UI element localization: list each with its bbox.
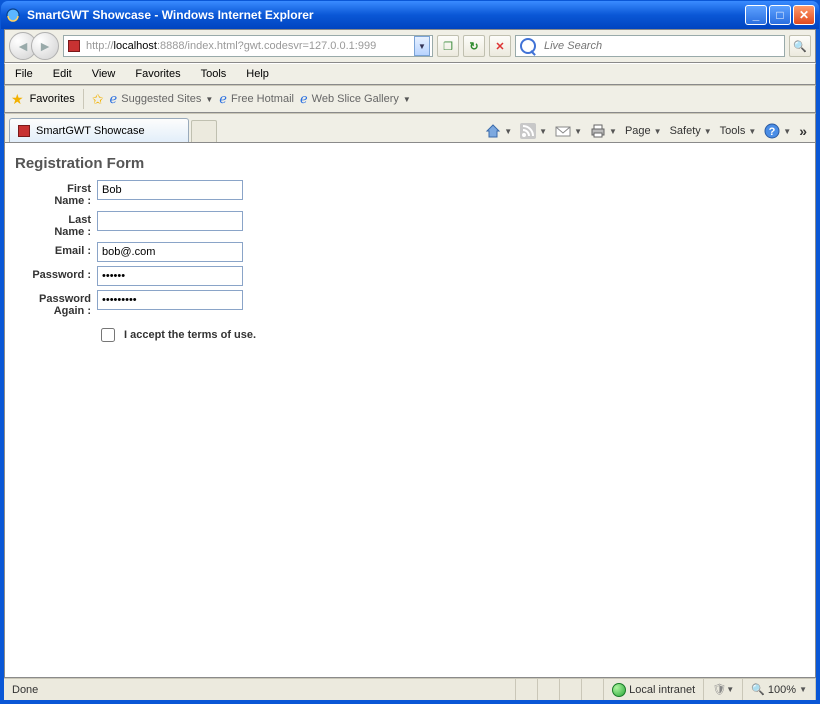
ie-glyph-icon: ℯ xyxy=(300,91,308,107)
ie-glyph-icon: ℯ xyxy=(219,91,227,107)
form-title: Registration Form xyxy=(15,155,805,172)
suggested-sites-link[interactable]: ℯ Suggested Sites ▼ xyxy=(110,91,214,107)
mail-button[interactable]: ▼ xyxy=(551,120,586,142)
help-icon: ? xyxy=(764,123,780,139)
menu-bar: FileEditViewFavoritesToolsHelp xyxy=(4,63,816,85)
tools-menu[interactable]: Tools ▼ xyxy=(716,120,761,142)
menu-tools[interactable]: Tools xyxy=(191,64,237,84)
menu-favorites[interactable]: Favorites xyxy=(125,64,190,84)
web-slice-gallery-link[interactable]: ℯ Web Slice Gallery ▼ xyxy=(300,91,411,107)
chevron-down-icon: ▼ xyxy=(205,95,213,104)
site-favicon xyxy=(66,38,82,54)
email-input[interactable] xyxy=(97,242,243,262)
svg-text:?: ? xyxy=(769,126,776,138)
stop-button[interactable]: ✕ xyxy=(489,35,511,57)
forward-button[interactable]: ► xyxy=(31,32,59,60)
terms-label: I accept the terms of use. xyxy=(124,329,256,341)
email-label: Email : xyxy=(15,242,91,257)
minimize-button[interactable]: _ xyxy=(745,5,767,25)
print-button[interactable]: ▼ xyxy=(586,120,621,142)
zoom-icon: 🔍 xyxy=(751,683,765,696)
page-content: Registration Form FirstName : LastName :… xyxy=(4,143,816,678)
globe-icon xyxy=(612,683,626,697)
menu-file[interactable]: File xyxy=(5,64,43,84)
lastname-label: LastName : xyxy=(15,211,91,238)
status-bar: Done Local intranet 🛡 ▼ 🔍 100% ▼ xyxy=(4,678,816,700)
chevron-down-icon: ▼ xyxy=(403,95,411,104)
protected-mode-button[interactable]: 🛡 ▼ xyxy=(704,679,743,700)
password-again-input[interactable] xyxy=(97,290,243,310)
password-input[interactable] xyxy=(97,266,243,286)
address-bar[interactable]: http://localhost:8888/index.html?gwt.cod… xyxy=(63,35,433,57)
rss-icon xyxy=(520,123,536,139)
home-icon xyxy=(485,123,501,139)
ie-glyph-icon: ℯ xyxy=(110,91,118,107)
mail-icon xyxy=(555,123,571,139)
url-text[interactable]: http://localhost:8888/index.html?gwt.cod… xyxy=(86,40,414,52)
menu-view[interactable]: View xyxy=(82,64,126,84)
add-favorite-icon[interactable]: ✩ xyxy=(92,91,104,108)
menu-help[interactable]: Help xyxy=(236,64,279,84)
page-menu[interactable]: Page ▼ xyxy=(621,120,666,142)
free-hotmail-link[interactable]: ℯ Free Hotmail xyxy=(219,91,294,107)
tab-favicon xyxy=(18,125,30,137)
shield-icon: 🛡 xyxy=(712,683,726,696)
titlebar[interactable]: SmartGWT Showcase - Windows Internet Exp… xyxy=(1,1,819,29)
home-button[interactable]: ▼ xyxy=(481,120,516,142)
search-button[interactable]: 🔍 xyxy=(789,35,811,57)
firstname-label: FirstName : xyxy=(15,180,91,207)
tab-active[interactable]: SmartGWT Showcase xyxy=(9,118,189,142)
new-tab-button[interactable] xyxy=(191,120,217,142)
menu-edit[interactable]: Edit xyxy=(43,64,82,84)
bing-icon xyxy=(520,38,536,54)
search-box[interactable] xyxy=(515,35,785,57)
tab-title: SmartGWT Showcase xyxy=(36,125,145,137)
refresh-button[interactable]: ↻ xyxy=(463,35,485,57)
overflow-button[interactable]: » xyxy=(795,120,811,142)
url-dropdown-button[interactable]: ▼ xyxy=(414,36,430,56)
printer-icon xyxy=(590,123,606,139)
favorites-label[interactable]: Favorites xyxy=(30,93,75,105)
zoom-control[interactable]: 🔍 100% ▼ xyxy=(743,679,816,700)
nav-toolbar: ◄ ► http://localhost:8888/index.html?gwt… xyxy=(4,29,816,63)
feeds-button[interactable]: ▼ xyxy=(516,120,551,142)
lastname-input[interactable] xyxy=(97,211,243,231)
firstname-input[interactable] xyxy=(97,180,243,200)
browser-window: SmartGWT Showcase - Windows Internet Exp… xyxy=(0,0,820,704)
status-text: Done xyxy=(4,679,516,700)
zone-indicator[interactable]: Local intranet xyxy=(604,679,704,700)
safety-menu[interactable]: Safety ▼ xyxy=(666,120,716,142)
favorites-bar: ★ Favorites ✩ ℯ Suggested Sites ▼ ℯ Free… xyxy=(4,85,816,113)
password-again-label: PasswordAgain : xyxy=(15,290,91,317)
terms-checkbox[interactable] xyxy=(101,328,115,342)
close-button[interactable]: ✕ xyxy=(793,5,815,25)
ie-icon xyxy=(5,7,21,23)
help-button[interactable]: ? ▼ xyxy=(760,120,795,142)
window-title: SmartGWT Showcase - Windows Internet Exp… xyxy=(27,8,314,22)
maximize-button[interactable]: □ xyxy=(769,5,791,25)
star-icon: ★ xyxy=(11,91,24,108)
tab-bar: SmartGWT Showcase ▼ ▼ ▼ ▼ Page ▼ Safety … xyxy=(4,113,816,143)
compat-view-button[interactable]: ❐ xyxy=(437,35,459,57)
password-label: Password : xyxy=(15,266,91,281)
search-input[interactable] xyxy=(542,39,780,53)
